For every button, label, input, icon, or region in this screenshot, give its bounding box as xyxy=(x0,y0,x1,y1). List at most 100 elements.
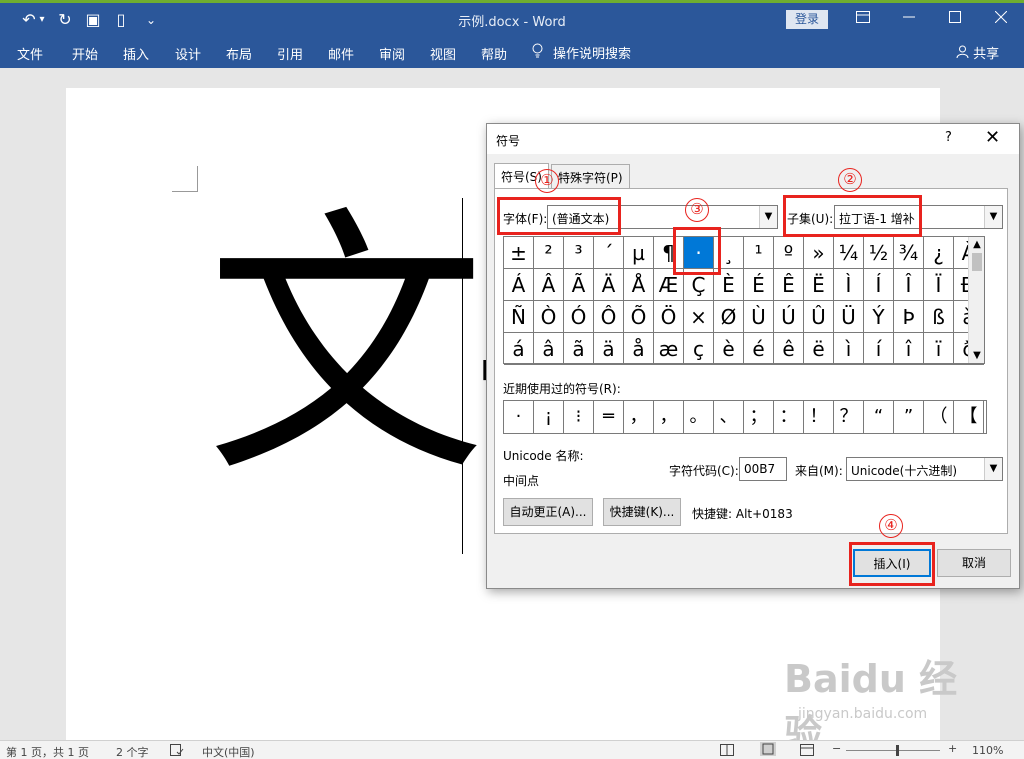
symbol-cell[interactable]: Ö xyxy=(654,301,684,333)
tab-insert[interactable]: 插入 xyxy=(123,44,149,63)
symbol-cell[interactable]: Ï xyxy=(924,269,954,301)
symbol-cell[interactable]: ½ xyxy=(864,237,894,269)
tab-review[interactable]: 审阅 xyxy=(379,44,405,63)
symbol-cell[interactable]: ê xyxy=(774,333,804,365)
scrollbar-thumb[interactable] xyxy=(972,253,982,271)
symbol-cell[interactable]: Æ xyxy=(654,269,684,301)
share-button[interactable]: 共享 xyxy=(956,43,999,62)
symbol-cell[interactable]: ã xyxy=(564,333,594,365)
zoom-level[interactable]: 110% xyxy=(972,744,1003,757)
save-icon[interactable]: ▣ xyxy=(82,9,104,31)
minimize-icon[interactable] xyxy=(892,6,926,32)
recent-symbol-cell[interactable]: （ xyxy=(924,401,954,433)
tab-layout[interactable]: 布局 xyxy=(226,44,252,63)
tab-special-characters[interactable]: 特殊字符(P) xyxy=(551,164,630,188)
symbol-cell[interactable]: å xyxy=(624,333,654,365)
recent-symbol-cell[interactable]: ” xyxy=(894,401,924,433)
language-indicator[interactable]: 中文(中国) xyxy=(202,744,255,759)
recent-symbol-cell[interactable]: ¡ xyxy=(534,401,564,433)
symbol-cell[interactable]: ¹ xyxy=(744,237,774,269)
symbol-cell[interactable]: ä xyxy=(594,333,624,365)
symbol-cell[interactable]: é xyxy=(744,333,774,365)
web-layout-icon[interactable] xyxy=(800,744,814,759)
zoom-slider-thumb[interactable] xyxy=(896,745,899,756)
symbol-cell[interactable]: Í xyxy=(864,269,894,301)
symbol-cell[interactable]: Ø xyxy=(714,301,744,333)
recent-symbol-cell[interactable]: ： xyxy=(774,401,804,433)
symbol-cell[interactable]: ´ xyxy=(594,237,624,269)
symbol-cell[interactable]: í xyxy=(864,333,894,365)
symbol-cell[interactable]: Ë xyxy=(804,269,834,301)
char-code-input[interactable]: 00B7 xyxy=(739,457,787,481)
font-select[interactable]: (普通文本) ▼ xyxy=(547,205,778,229)
symbol-cell[interactable]: Ú xyxy=(774,301,804,333)
symbol-grid-scrollbar[interactable]: ▲ ▼ xyxy=(968,237,984,363)
symbol-cell[interactable]: Ç xyxy=(684,269,714,301)
symbol-cell[interactable]: Â xyxy=(534,269,564,301)
tell-me-search[interactable]: 操作说明搜索 xyxy=(532,43,631,62)
symbol-cell[interactable]: Ò xyxy=(534,301,564,333)
symbol-cell[interactable]: Ê xyxy=(774,269,804,301)
symbol-cell-selected[interactable]: · xyxy=(684,237,714,269)
zoom-slider[interactable] xyxy=(846,750,940,751)
redo-icon[interactable]: ↻ xyxy=(54,9,76,31)
proofing-icon[interactable] xyxy=(170,744,184,759)
recent-symbol-cell[interactable]: “ xyxy=(864,401,894,433)
symbol-cell[interactable]: ¶ xyxy=(654,237,684,269)
symbol-cell[interactable]: á xyxy=(504,333,534,365)
scroll-up-icon[interactable]: ▲ xyxy=(969,239,985,250)
symbol-cell[interactable]: â xyxy=(534,333,564,365)
login-button[interactable]: 登录 xyxy=(786,10,828,29)
symbol-cell[interactable]: Ù xyxy=(744,301,774,333)
tab-design[interactable]: 设计 xyxy=(175,44,201,63)
symbol-cell[interactable]: µ xyxy=(624,237,654,269)
zoom-out-button[interactable]: − xyxy=(832,742,841,755)
recent-symbol-cell[interactable]: ； xyxy=(744,401,774,433)
chevron-down-icon[interactable]: ▼ xyxy=(984,206,1002,228)
recent-symbol-cell[interactable]: 、 xyxy=(714,401,744,433)
recent-symbol-cell[interactable]: 。 xyxy=(684,401,714,433)
close-icon[interactable] xyxy=(984,6,1018,32)
help-icon[interactable]: ? xyxy=(945,130,952,145)
symbol-cell[interactable]: » xyxy=(804,237,834,269)
symbol-cell[interactable]: î xyxy=(894,333,924,365)
symbol-cell[interactable]: Î xyxy=(894,269,924,301)
symbol-cell[interactable]: Å xyxy=(624,269,654,301)
word-count[interactable]: 2 个字 xyxy=(116,744,149,759)
dialog-close-icon[interactable]: ✕ xyxy=(985,127,1000,148)
symbol-cell[interactable]: Ý xyxy=(864,301,894,333)
tab-references[interactable]: 引用 xyxy=(277,44,303,63)
symbol-cell[interactable]: ë xyxy=(804,333,834,365)
symbol-cell[interactable]: º xyxy=(774,237,804,269)
insert-button[interactable]: 插入(I) xyxy=(853,549,931,577)
symbol-cell[interactable]: ß xyxy=(924,301,954,333)
symbol-cell[interactable]: Ü xyxy=(834,301,864,333)
symbol-cell[interactable]: ¼ xyxy=(834,237,864,269)
chevron-down-icon[interactable]: ▼ xyxy=(984,458,1002,480)
chevron-down-icon[interactable]: ▼ xyxy=(759,206,777,228)
symbol-cell[interactable]: Ô xyxy=(594,301,624,333)
symbol-cell[interactable]: Û xyxy=(804,301,834,333)
symbol-cell[interactable]: ¿ xyxy=(924,237,954,269)
tab-file[interactable]: 文件 xyxy=(17,44,43,63)
from-select[interactable]: Unicode(十六进制) ▼ xyxy=(846,457,1003,481)
tab-home[interactable]: 开始 xyxy=(72,44,98,63)
symbol-cell[interactable]: Ñ xyxy=(504,301,534,333)
symbol-cell[interactable]: Þ xyxy=(894,301,924,333)
recent-symbol-cell[interactable]: ， xyxy=(654,401,684,433)
recent-symbol-cell[interactable]: 【 xyxy=(954,401,984,433)
recent-symbol-cell[interactable]: ！ xyxy=(804,401,834,433)
tab-mailings[interactable]: 邮件 xyxy=(328,44,354,63)
symbol-cell[interactable]: × xyxy=(684,301,714,333)
symbol-cell[interactable]: ¾ xyxy=(894,237,924,269)
symbol-cell[interactable]: ¸ xyxy=(714,237,744,269)
symbol-cell[interactable]: É xyxy=(744,269,774,301)
symbol-cell[interactable]: ± xyxy=(504,237,534,269)
symbol-cell[interactable]: Á xyxy=(504,269,534,301)
read-mode-icon[interactable] xyxy=(720,744,734,759)
maximize-icon[interactable] xyxy=(938,6,972,32)
tab-view[interactable]: 视图 xyxy=(430,44,456,63)
symbol-cell[interactable]: ² xyxy=(534,237,564,269)
customize-toolbar-icon[interactable]: ⌄ xyxy=(140,9,162,31)
tab-symbols[interactable]: 符号(S) xyxy=(494,163,549,189)
